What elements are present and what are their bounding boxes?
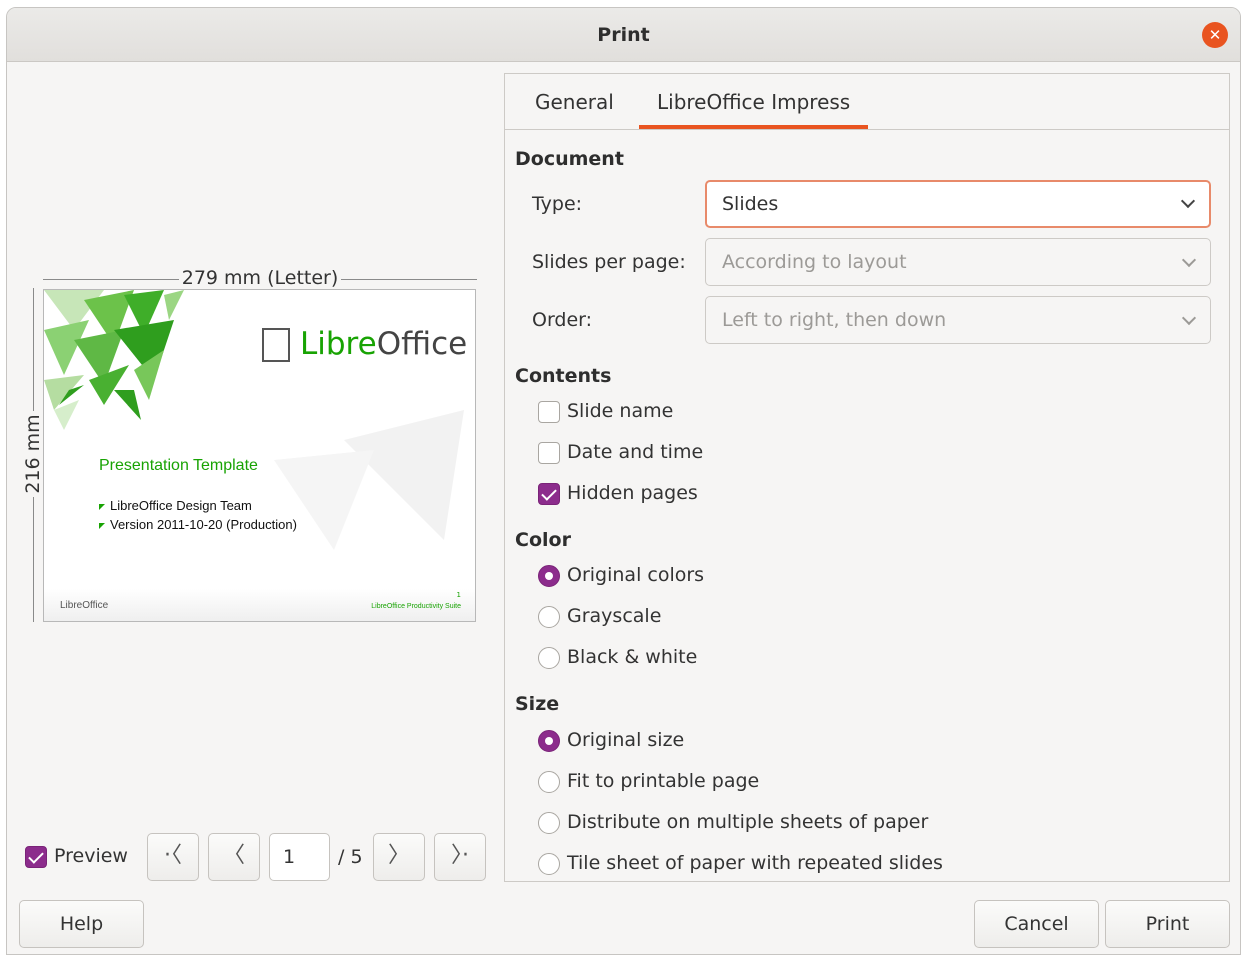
grayscale-radio[interactable] xyxy=(538,606,560,628)
order-label: Order: xyxy=(532,309,593,331)
tab-bar: General LibreOffice Impress xyxy=(505,74,1229,130)
page-number-input[interactable]: 1 xyxy=(269,833,330,881)
slide-number: 1 xyxy=(456,591,461,599)
order-select[interactable]: Left to right, then down xyxy=(705,296,1211,344)
type-label: Type: xyxy=(532,193,583,215)
title-bar: Print ✕ xyxy=(7,8,1240,62)
next-page-icon: 〉 xyxy=(387,843,410,868)
slide-footer-logo: LibreOffice xyxy=(60,600,109,611)
height-dimension: 216 mm xyxy=(21,288,45,622)
slide-title: Presentation Template xyxy=(99,457,258,474)
preview-label: Preview xyxy=(54,845,128,867)
slide-name-label: Slide name xyxy=(567,400,674,422)
chevron-down-icon xyxy=(1180,193,1196,209)
tab-libreoffice-impress[interactable]: LibreOffice Impress xyxy=(657,90,850,114)
slides-per-page-select[interactable]: According to layout xyxy=(705,238,1211,286)
prev-page-button[interactable]: 〈 xyxy=(208,833,260,881)
preview-checkbox[interactable] xyxy=(25,846,47,868)
settings-panel: General LibreOffice Impress Document Typ… xyxy=(504,73,1230,882)
slides-per-page-label: Slides per page: xyxy=(532,251,686,273)
tile-sheet-radio[interactable] xyxy=(538,853,560,875)
height-label: 216 mm xyxy=(22,411,44,497)
original-size-label: Original size xyxy=(567,729,685,751)
width-dimension: 279 mm (Letter) xyxy=(43,267,477,289)
grayscale-label: Grayscale xyxy=(567,605,662,627)
contents-heading: Contents xyxy=(515,365,612,387)
tab-general[interactable]: General xyxy=(535,90,614,114)
distribute-sheets-label: Distribute on multiple sheets of paper xyxy=(567,811,929,833)
document-heading: Document xyxy=(515,148,624,170)
first-page-button[interactable]: ·〈 xyxy=(147,833,199,881)
close-button[interactable]: ✕ xyxy=(1202,22,1228,48)
black-white-label: Black & white xyxy=(567,646,698,668)
black-white-radio[interactable] xyxy=(538,647,560,669)
slide-brand-logo: LibreOffice xyxy=(300,326,468,362)
cancel-button[interactable]: Cancel xyxy=(974,900,1099,948)
slide-preview: LibreOffice Presentation Template LibreO… xyxy=(43,289,476,622)
original-colors-radio[interactable] xyxy=(538,565,560,587)
help-button[interactable]: Help xyxy=(19,900,144,948)
slide-footer: LibreOffice 1 LibreOffice Productivity S… xyxy=(44,589,475,621)
last-page-icon: 〉· xyxy=(451,843,469,868)
last-page-button[interactable]: 〉· xyxy=(434,833,486,881)
size-heading: Size xyxy=(515,693,560,715)
fit-printable-label: Fit to printable page xyxy=(567,770,760,792)
hidden-pages-checkbox[interactable] xyxy=(538,483,560,505)
tile-sheet-label: Tile sheet of paper with repeated slides xyxy=(567,852,943,874)
dialog-title: Print xyxy=(597,24,650,46)
page-total: / 5 xyxy=(338,846,363,868)
distribute-sheets-radio[interactable] xyxy=(538,812,560,834)
date-time-label: Date and time xyxy=(567,441,704,463)
first-page-icon: ·〈 xyxy=(164,843,182,868)
active-tab-indicator xyxy=(639,125,868,129)
slide-bullet: Version 2011-10-20 (Production) xyxy=(99,517,297,532)
width-label: 279 mm (Letter) xyxy=(178,267,342,289)
slide-name-checkbox[interactable] xyxy=(538,401,560,423)
fit-printable-radio[interactable] xyxy=(538,771,560,793)
original-size-radio[interactable] xyxy=(538,730,560,752)
hidden-pages-label: Hidden pages xyxy=(567,482,698,504)
chevron-down-icon xyxy=(1181,252,1197,268)
libreoffice-doc-icon xyxy=(262,328,290,362)
prev-page-icon: 〈 xyxy=(222,843,245,868)
chevron-down-icon xyxy=(1181,310,1197,326)
type-select[interactable]: Slides xyxy=(705,180,1211,228)
close-icon: ✕ xyxy=(1208,26,1222,44)
slide-bullet: LibreOffice Design Team xyxy=(99,498,252,513)
color-heading: Color xyxy=(515,529,571,551)
original-colors-label: Original colors xyxy=(567,564,705,586)
slide-footer-text: LibreOffice Productivity Suite xyxy=(371,603,461,610)
print-dialog: Print ✕ 279 mm (Letter) 216 mm LibreOffi… xyxy=(6,7,1241,955)
date-time-checkbox[interactable] xyxy=(538,442,560,464)
next-page-button[interactable]: 〉 xyxy=(373,833,425,881)
print-button[interactable]: Print xyxy=(1105,900,1230,948)
